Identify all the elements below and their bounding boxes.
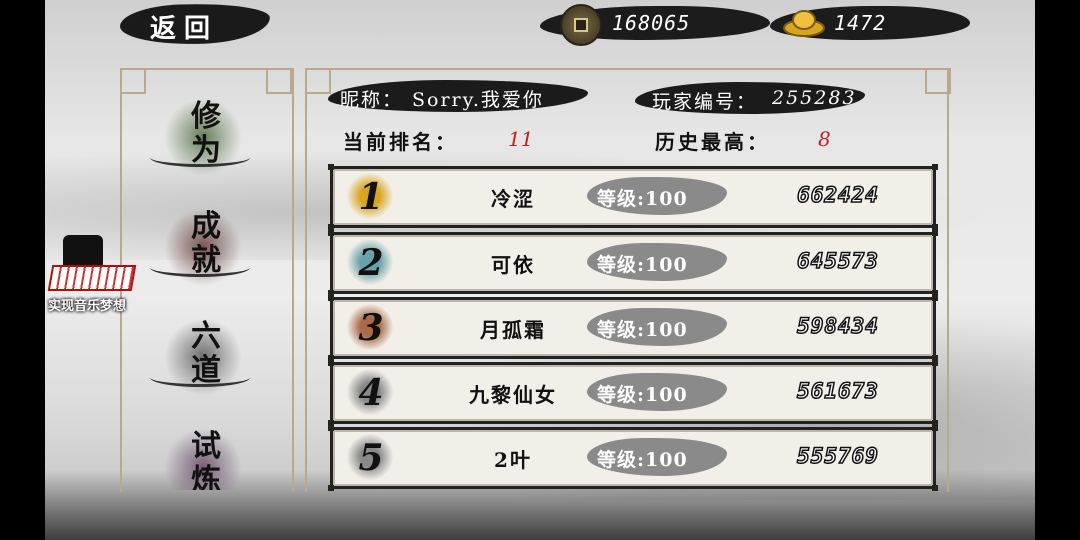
floating-music-widget[interactable]: 实现音乐梦想 <box>47 235 138 315</box>
row-corner-pin <box>932 230 938 236</box>
player-name: 可依 <box>491 253 535 277</box>
player-score: 662424 <box>796 182 879 208</box>
nickname-label: 昵称： <box>340 89 404 111</box>
player-level: 等级:100 <box>597 384 688 406</box>
row-corner-pin <box>328 230 334 236</box>
cloud-swirl-icon <box>150 368 250 387</box>
leaderboard-row[interactable]: 2 可依 等级:100 645573 <box>328 230 938 296</box>
row-corner-pin <box>932 425 938 431</box>
frame-corner-ornament <box>305 68 331 94</box>
rank-number: 3 <box>358 307 384 349</box>
player-id-label: 玩家编号： <box>652 91 758 113</box>
leaderboard-row[interactable]: 5 2叶 等级:100 555769 <box>328 425 938 491</box>
tab-cultivation[interactable]: 修为 <box>150 90 260 185</box>
row-corner-pin <box>328 360 334 366</box>
best-rank-value: 8 <box>818 127 831 151</box>
best-rank-label: 历史最高： <box>655 130 770 154</box>
rank-number: 4 <box>358 372 384 414</box>
player-score: 555769 <box>796 443 879 469</box>
player-name: 2叶 <box>494 448 532 472</box>
tab-trial[interactable]: 试炼 <box>150 420 260 490</box>
leaderboard-row[interactable]: 4 九黎仙女 等级:100 561673 <box>328 360 938 426</box>
player-score: 645573 <box>796 248 879 274</box>
row-corner-pin <box>932 295 938 301</box>
leaderboard-row[interactable]: 3 月孤霜 等级:100 598434 <box>328 295 938 361</box>
player-score: 561673 <box>796 378 879 404</box>
current-rank-value: 11 <box>508 127 534 151</box>
row-corner-pin <box>328 164 334 170</box>
rank-number: 2 <box>358 242 384 284</box>
cloud-swirl-icon <box>150 148 250 167</box>
top-bar: 返回 168065 1472 <box>0 0 1080 48</box>
leaderboard-row[interactable]: 1 冷涩 等级:100 662424 <box>328 164 938 230</box>
player-level: 等级:100 <box>597 319 688 341</box>
player-name: 月孤霜 <box>480 318 546 342</box>
row-corner-pin <box>328 425 334 431</box>
rank-number: 5 <box>358 437 384 479</box>
player-name: 九黎仙女 <box>469 383 557 407</box>
row-corner-pin <box>932 360 938 366</box>
tab-six-paths[interactable]: 六道 <box>150 310 260 405</box>
player-name: 冷涩 <box>491 187 535 211</box>
rank-number: 1 <box>358 176 384 218</box>
row-corner-pin <box>932 485 938 491</box>
cloud-swirl-icon <box>150 258 250 277</box>
frame-corner-ornament <box>120 68 146 94</box>
tab-label: 试炼 <box>191 429 221 491</box>
copper-coin-icon <box>560 4 602 46</box>
player-level: 等级:100 <box>597 449 688 471</box>
player-level: 等级:100 <box>597 254 688 276</box>
player-level: 等级:100 <box>597 188 688 210</box>
frame-corner-ornament <box>266 68 292 94</box>
music-widget-caption: 实现音乐梦想 <box>48 299 127 314</box>
player-id-value: 255283 <box>772 87 857 109</box>
player-score: 598434 <box>796 313 879 339</box>
nickname-value: Sorry.我爱你 <box>412 89 544 111</box>
copper-coin-count: 168065 <box>612 11 691 35</box>
piano-keys-icon <box>47 265 137 291</box>
current-rank-label: 当前排名： <box>343 130 458 154</box>
frame-corner-ornament <box>925 68 951 94</box>
gold-ingot-icon <box>783 10 825 37</box>
row-corner-pin <box>932 164 938 170</box>
gold-ingot-count: 1472 <box>834 11 887 35</box>
back-button-label[interactable]: 返回 <box>150 8 218 45</box>
tab-achievement[interactable]: 成就 <box>150 200 260 295</box>
row-corner-pin <box>328 485 334 491</box>
row-corner-pin <box>328 295 334 301</box>
